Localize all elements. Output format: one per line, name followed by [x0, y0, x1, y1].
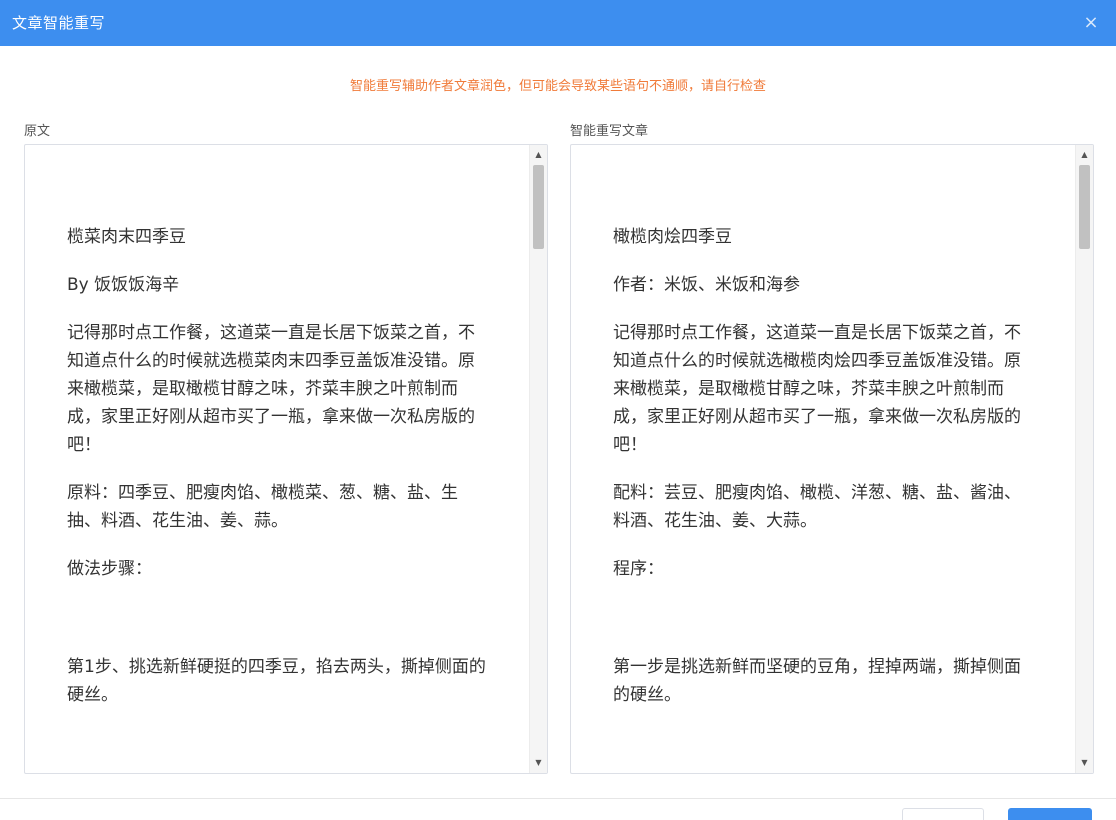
original-paragraph-step-1: 第1步、挑选新鲜硬挺的四季豆，掐去两头，撕掉侧面的硬丝。 [67, 657, 486, 705]
rewritten-scrollbar[interactable]: ▲ ▼ [1075, 145, 1093, 773]
original-label: 原文 [24, 124, 51, 139]
scroll-up-arrow-icon[interactable]: ▲ [530, 147, 547, 163]
rewrite-warning-notice: 智能重写辅助作者文章润色，但可能会导致某些语句不通顺，请自行检查 [349, 79, 766, 94]
rewritten-label: 智能重写文章 [570, 124, 649, 139]
dialog-header: 文章智能重写 × [0, 0, 1116, 46]
original-paragraph-title: 榄菜肉末四季豆 [67, 227, 186, 247]
rewritten-paragraph-ingredients: 配料：芸豆、肥瘦肉馅、橄榄、洋葱、糖、盐、酱油、料酒、花生油、姜、大蒜。 [613, 483, 1021, 531]
footer-divider [0, 798, 1116, 799]
rewritten-paragraph-step-1: 第一步是挑选新鲜而坚硬的豆角，捏掉两端，撕掉侧面的硬丝。 [613, 657, 1021, 705]
original-paragraph-ingredients: 原料：四季豆、肥瘦肉馅、橄榄菜、葱、糖、盐、生抽、料酒、花生油、姜、蒜。 [67, 483, 458, 531]
scroll-down-arrow-icon[interactable]: ▼ [530, 755, 547, 771]
secondary-button[interactable] [902, 808, 984, 820]
close-icon[interactable]: × [1082, 14, 1100, 32]
rewritten-paragraph-intro: 记得那时点工作餐，这道菜一直是长居下饭菜之首，不知道点什么的时候就选橄榄肉烩四季… [613, 323, 1021, 455]
original-textarea[interactable]: 榄菜肉末四季豆 By 饭饭饭海辛 记得那时点工作餐，这道菜一直是长居下饭菜之首，… [24, 144, 548, 774]
rewritten-paragraph-title: 橄榄肉烩四季豆 [613, 227, 732, 247]
original-scroll-thumb[interactable] [533, 165, 544, 249]
scroll-down-arrow-icon[interactable]: ▼ [1076, 755, 1093, 771]
rewritten-paragraph-author: 作者：米饭、米饭和海参 [613, 275, 800, 295]
primary-button[interactable] [1008, 808, 1092, 820]
original-content[interactable]: 榄菜肉末四季豆 By 饭饭饭海辛 记得那时点工作餐，这道菜一直是长居下饭菜之首，… [25, 145, 529, 773]
rewrite-dialog: 文章智能重写 × 智能重写辅助作者文章润色，但可能会导致某些语句不通顺，请自行检… [0, 0, 1116, 820]
rewritten-content[interactable]: 橄榄肉烩四季豆 作者：米饭、米饭和海参 记得那时点工作餐，这道菜一直是长居下饭菜… [571, 145, 1075, 773]
dialog-title: 文章智能重写 [12, 14, 106, 32]
rewritten-paragraph-steps-heading: 程序： [613, 559, 664, 579]
rewritten-scroll-thumb[interactable] [1079, 165, 1090, 249]
original-paragraph-author: By 饭饭饭海辛 [67, 275, 180, 295]
original-scrollbar[interactable]: ▲ ▼ [529, 145, 547, 773]
original-paragraph-steps-heading: 做法步骤： [67, 559, 152, 579]
original-paragraph-intro: 记得那时点工作餐，这道菜一直是长居下饭菜之首，不知道点什么的时候就选榄菜肉末四季… [67, 323, 475, 455]
scroll-up-arrow-icon[interactable]: ▲ [1076, 147, 1093, 163]
rewritten-textarea[interactable]: 橄榄肉烩四季豆 作者：米饭、米饭和海参 记得那时点工作餐，这道菜一直是长居下饭菜… [570, 144, 1094, 774]
